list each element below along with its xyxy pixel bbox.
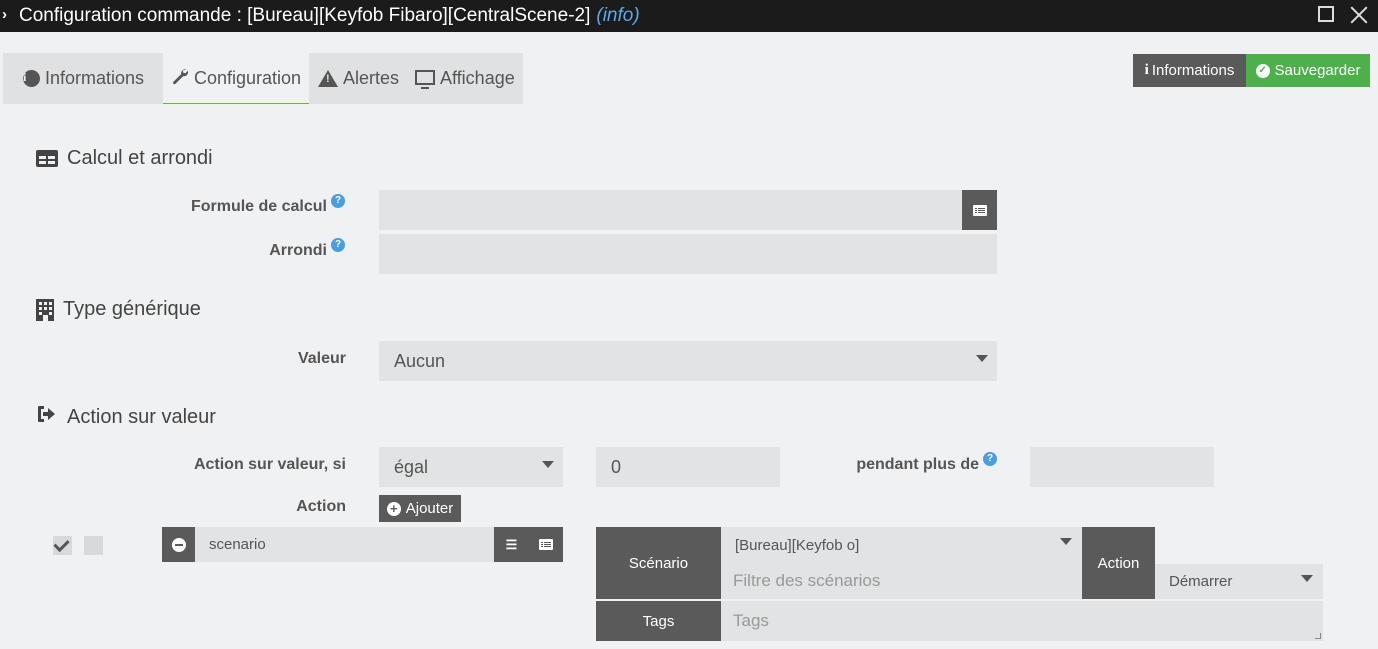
formule-cmd-button[interactable] (962, 190, 997, 230)
arrondi-label-text: Arrondi (269, 242, 327, 259)
maximize-button[interactable] (1317, 5, 1339, 27)
question-circle-icon[interactable]: ? (983, 452, 997, 466)
action-parallel-checkbox[interactable] (84, 536, 103, 555)
formule-input[interactable] (379, 190, 962, 230)
tab-label: Affichage (440, 68, 515, 88)
add-action-label: Ajouter (405, 500, 454, 517)
generic-type-selected: Aucun (394, 350, 446, 371)
maximize-icon (1318, 6, 1334, 22)
minus-circle-icon (171, 537, 186, 552)
tags-label: Tags (596, 601, 721, 641)
tab-label: Informations (45, 68, 145, 88)
add-action-button[interactable]: + Ajouter (379, 495, 461, 522)
tab-affichage[interactable]: Affichage (405, 53, 523, 104)
formule-label: Formule de calcul? (150, 194, 345, 216)
tab-label: Alertes (343, 68, 400, 88)
scenario-filter-input[interactable]: Filtre des scénarios (721, 563, 1082, 599)
scenario-action-selected: Démarrer (1169, 573, 1233, 590)
action-cmd-input[interactable]: scenario (195, 527, 494, 562)
section-type-generique-heading: Type générique (36, 298, 201, 321)
informations-button[interactable]: i Informations (1133, 54, 1246, 87)
save-button[interactable]: ✓ Sauvegarder (1246, 54, 1370, 87)
save-button-label: Sauvegarder (1274, 62, 1361, 79)
question-circle-icon[interactable]: ? (331, 238, 345, 252)
arrondi-label: Arrondi? (150, 238, 345, 260)
window-title: Configuration commande : [Bureau][Keyfob… (19, 5, 640, 27)
scenario-action-label: Action (1082, 527, 1155, 599)
operator-select[interactable]: égal (379, 447, 563, 487)
caret-down-icon (976, 355, 988, 362)
wrench-icon (171, 67, 189, 90)
action-enable-checkbox[interactable] (53, 536, 72, 555)
chevron-right-icon: › (2, 6, 7, 23)
resize-handle-icon[interactable] (1315, 633, 1321, 639)
info-icon: i (1144, 62, 1149, 78)
valeur-label: Valeur (297, 350, 346, 367)
duration-label-text: pendant plus de (856, 456, 979, 473)
warning-icon: ! (318, 70, 338, 87)
section-title: Type générique (63, 298, 201, 320)
informations-button-label: Informations (1151, 62, 1235, 79)
compare-value-input[interactable]: 0 (596, 447, 780, 487)
tab-alertes[interactable]: ! Alertes (309, 53, 405, 104)
tab-label: Configuration (194, 67, 302, 88)
action-condition-label: Action sur valeur, si (193, 456, 346, 473)
table-icon (36, 150, 58, 167)
scenario-action-select[interactable]: Démarrer (1155, 564, 1323, 599)
tasks-icon: ☰ (505, 536, 518, 552)
action-label: Action (296, 498, 346, 515)
scenario-select[interactable]: [Bureau][Keyfob o] (721, 527, 1082, 563)
list-alt-icon (539, 539, 553, 550)
caret-down-icon (542, 461, 554, 468)
section-title: Action sur valeur (67, 405, 216, 428)
tags-placeholder: Tags (733, 611, 769, 630)
caret-down-icon (1301, 575, 1313, 582)
info-circle-icon: i (23, 70, 40, 87)
formule-label-text: Formule de calcul (190, 198, 327, 215)
remove-action-button[interactable] (162, 527, 195, 562)
action-select-button[interactable]: ☰ (494, 527, 529, 562)
scenario-label: Scénario (596, 527, 721, 599)
sign-out-icon (36, 404, 58, 430)
generic-type-select[interactable]: Aucun (379, 341, 997, 381)
close-button[interactable] (1349, 5, 1371, 27)
desktop-icon (415, 69, 435, 89)
window-type-tag: (info) (596, 5, 640, 26)
window-titlebar: › Configuration commande : [Bureau][Keyf… (0, 0, 1378, 32)
caret-down-icon (1060, 538, 1072, 545)
question-circle-icon[interactable]: ? (331, 194, 345, 208)
tags-textarea[interactable]: Tags (721, 601, 1323, 641)
building-icon (36, 298, 54, 321)
check-circle-icon: ✓ (1255, 63, 1270, 78)
window-title-text: Configuration commande : [Bureau][Keyfob… (19, 5, 591, 26)
section-title: Calcul et arrondi (67, 147, 213, 169)
duration-input[interactable] (1030, 447, 1214, 487)
section-calcul-heading: Calcul et arrondi (36, 147, 213, 170)
duration-label: pendant plus de? (820, 452, 997, 474)
list-alt-icon (972, 204, 987, 216)
section-action-valeur-heading: Action sur valeur (36, 404, 216, 430)
scenario-selected: [Bureau][Keyfob o] (735, 536, 860, 554)
tab-configuration[interactable]: Configuration (163, 53, 309, 104)
plus-circle-icon: + (386, 501, 401, 516)
arrondi-input[interactable] (379, 234, 997, 274)
tab-informations[interactable]: i Informations (3, 53, 163, 104)
cmd-select-button[interactable] (529, 527, 563, 562)
operator-selected: égal (394, 456, 429, 477)
